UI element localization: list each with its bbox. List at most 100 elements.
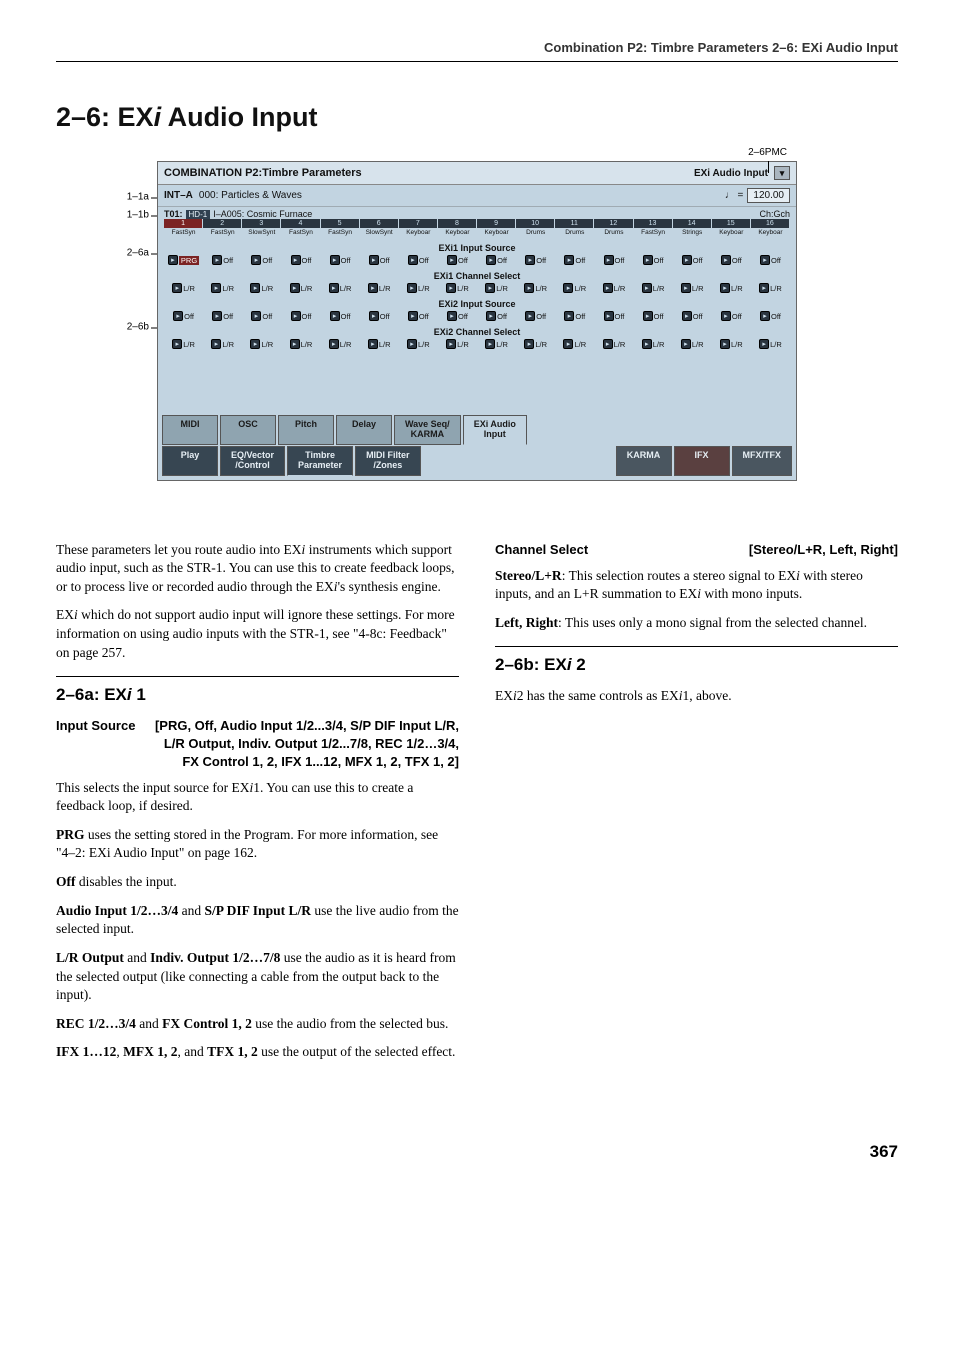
- popup-arrow-icon[interactable]: ▸: [446, 339, 456, 349]
- popup-arrow-icon[interactable]: ▸: [446, 283, 456, 293]
- timbre-num-1[interactable]: 1: [164, 219, 203, 228]
- param-cell[interactable]: ▸L/R: [477, 283, 516, 293]
- param-cell[interactable]: ▸PRG: [164, 255, 203, 265]
- param-cell[interactable]: ▸L/R: [751, 339, 790, 349]
- timbre-num-8[interactable]: 8: [438, 219, 477, 228]
- popup-arrow-icon[interactable]: ▸: [408, 311, 418, 321]
- popup-arrow-icon[interactable]: ▸: [563, 283, 573, 293]
- popup-arrow-icon[interactable]: ▸: [721, 311, 731, 321]
- param-cell[interactable]: ▸L/R: [164, 339, 203, 349]
- timbre-num-6[interactable]: 6: [360, 219, 399, 228]
- timbre-num-4[interactable]: 4: [281, 219, 320, 228]
- param-cell[interactable]: ▸Off: [634, 311, 673, 321]
- upper-tab[interactable]: Delay: [336, 415, 392, 445]
- lower-tab[interactable]: MFX/TFX: [732, 446, 793, 476]
- upper-tab[interactable]: MIDI: [162, 415, 218, 445]
- popup-arrow-icon[interactable]: ▸: [251, 255, 261, 265]
- param-cell[interactable]: ▸Off: [673, 311, 712, 321]
- lower-tab[interactable]: EQ/Vector /Control: [220, 446, 285, 476]
- param-cell[interactable]: ▸Off: [242, 311, 281, 321]
- param-cell[interactable]: ▸Off: [712, 311, 751, 321]
- param-cell[interactable]: ▸L/R: [477, 339, 516, 349]
- tempo-field[interactable]: 120.00: [747, 188, 790, 203]
- param-cell[interactable]: ▸Off: [203, 311, 242, 321]
- param-cell[interactable]: ▸Off: [555, 255, 594, 265]
- popup-arrow-icon[interactable]: ▸: [760, 311, 770, 321]
- popup-arrow-icon[interactable]: ▸: [250, 339, 260, 349]
- param-cell[interactable]: ▸L/R: [242, 283, 281, 293]
- param-cell[interactable]: ▸Off: [712, 255, 751, 265]
- popup-arrow-icon[interactable]: ▸: [721, 255, 731, 265]
- popup-arrow-icon[interactable]: ▸: [168, 255, 178, 265]
- param-cell[interactable]: ▸Off: [438, 311, 477, 321]
- param-cell[interactable]: ▸Off: [673, 255, 712, 265]
- popup-arrow-icon[interactable]: ▸: [407, 339, 417, 349]
- param-cell[interactable]: ▸L/R: [594, 339, 633, 349]
- popup-arrow-icon[interactable]: ▸: [682, 255, 692, 265]
- param-cell[interactable]: ▸Off: [242, 255, 281, 265]
- popup-arrow-icon[interactable]: ▸: [369, 255, 379, 265]
- popup-arrow-icon[interactable]: ▸: [291, 311, 301, 321]
- popup-arrow-icon[interactable]: ▸: [408, 255, 418, 265]
- param-cell[interactable]: ▸Off: [594, 255, 633, 265]
- timbre-num-16[interactable]: 16: [751, 219, 790, 228]
- popup-arrow-icon[interactable]: ▸: [524, 283, 534, 293]
- popup-arrow-icon[interactable]: ▸: [368, 283, 378, 293]
- param-cell[interactable]: ▸Off: [477, 255, 516, 265]
- popup-arrow-icon[interactable]: ▸: [251, 311, 261, 321]
- param-cell[interactable]: ▸L/R: [712, 283, 751, 293]
- upper-tab[interactable]: Wave Seq/ KARMA: [394, 415, 461, 445]
- popup-arrow-icon[interactable]: ▸: [485, 283, 495, 293]
- param-cell[interactable]: ▸L/R: [673, 339, 712, 349]
- timbre-num-11[interactable]: 11: [555, 219, 594, 228]
- popup-arrow-icon[interactable]: ▸: [525, 255, 535, 265]
- upper-tab[interactable]: Pitch: [278, 415, 334, 445]
- param-cell[interactable]: ▸L/R: [242, 339, 281, 349]
- popup-arrow-icon[interactable]: ▸: [643, 255, 653, 265]
- popup-arrow-icon[interactable]: ▸: [759, 283, 769, 293]
- popup-arrow-icon[interactable]: ▸: [173, 311, 183, 321]
- popup-arrow-icon[interactable]: ▸: [290, 283, 300, 293]
- popup-arrow-icon[interactable]: ▸: [486, 311, 496, 321]
- param-cell[interactable]: ▸L/R: [673, 283, 712, 293]
- param-cell[interactable]: ▸L/R: [555, 339, 594, 349]
- popup-arrow-icon[interactable]: ▸: [603, 339, 613, 349]
- popup-arrow-icon[interactable]: ▸: [525, 311, 535, 321]
- popup-arrow-icon[interactable]: ▸: [447, 311, 457, 321]
- param-cell[interactable]: ▸L/R: [634, 283, 673, 293]
- menu-chevron-icon[interactable]: ▾: [774, 166, 790, 180]
- popup-arrow-icon[interactable]: ▸: [681, 339, 691, 349]
- param-cell[interactable]: ▸L/R: [203, 339, 242, 349]
- popup-arrow-icon[interactable]: ▸: [720, 283, 730, 293]
- popup-arrow-icon[interactable]: ▸: [447, 255, 457, 265]
- lower-tab[interactable]: Timbre Parameter: [287, 446, 353, 476]
- param-cell[interactable]: ▸L/R: [594, 283, 633, 293]
- param-cell[interactable]: ▸L/R: [321, 283, 360, 293]
- popup-arrow-icon[interactable]: ▸: [564, 255, 574, 265]
- param-cell[interactable]: ▸Off: [164, 311, 203, 321]
- lower-tab[interactable]: Play: [162, 446, 218, 476]
- param-cell[interactable]: ▸Off: [399, 255, 438, 265]
- param-cell[interactable]: ▸L/R: [516, 339, 555, 349]
- popup-arrow-icon[interactable]: ▸: [330, 311, 340, 321]
- lower-tab[interactable]: KARMA: [616, 446, 672, 476]
- timbre-num-10[interactable]: 10: [516, 219, 555, 228]
- popup-arrow-icon[interactable]: ▸: [604, 311, 614, 321]
- popup-arrow-icon[interactable]: ▸: [407, 283, 417, 293]
- popup-arrow-icon[interactable]: ▸: [681, 283, 691, 293]
- timbre-num-12[interactable]: 12: [594, 219, 633, 228]
- param-cell[interactable]: ▸L/R: [712, 339, 751, 349]
- timbre-num-5[interactable]: 5: [321, 219, 360, 228]
- popup-arrow-icon[interactable]: ▸: [329, 339, 339, 349]
- param-cell[interactable]: ▸L/R: [360, 283, 399, 293]
- param-cell[interactable]: ▸L/R: [438, 339, 477, 349]
- param-cell[interactable]: ▸Off: [321, 255, 360, 265]
- param-cell[interactable]: ▸Off: [360, 311, 399, 321]
- popup-arrow-icon[interactable]: ▸: [485, 339, 495, 349]
- param-cell[interactable]: ▸L/R: [399, 283, 438, 293]
- param-cell[interactable]: ▸Off: [281, 255, 320, 265]
- popup-arrow-icon[interactable]: ▸: [642, 339, 652, 349]
- param-cell[interactable]: ▸L/R: [164, 283, 203, 293]
- param-cell[interactable]: ▸Off: [555, 311, 594, 321]
- param-cell[interactable]: ▸Off: [438, 255, 477, 265]
